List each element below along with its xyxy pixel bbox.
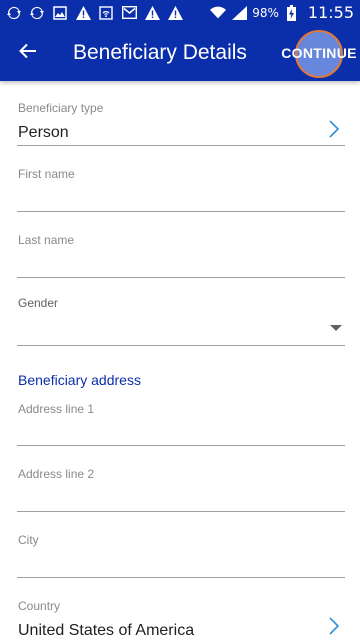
beneficiary-type-label: Beneficiary type (18, 101, 104, 115)
image-icon (52, 5, 68, 21)
country-field[interactable]: Country United States of America (17, 592, 345, 640)
chevron-right-icon (329, 617, 340, 635)
warning-icon (75, 5, 91, 21)
status-bar: 98% 11:55 (0, 0, 360, 25)
country-label: Country (18, 599, 61, 613)
sync-icon (29, 5, 45, 21)
gmail-icon (121, 5, 137, 21)
city-field[interactable]: City (17, 526, 345, 578)
system-status: 98% 11:55 (210, 3, 354, 22)
warning-icon (144, 5, 160, 21)
address-line-1-label: Address line 1 (18, 402, 95, 416)
sync-icon (6, 5, 22, 21)
address-line-2-field[interactable]: Address line 2 (17, 460, 345, 512)
battery-percent: 98% (252, 5, 279, 20)
battery-charging-icon (284, 4, 300, 21)
beneficiary-type-field[interactable]: Beneficiary type Person (17, 90, 345, 146)
back-arrow-icon (19, 43, 37, 64)
address-line-2-label: Address line 2 (18, 467, 95, 481)
first-name-field[interactable]: First name (17, 160, 345, 212)
gender-label: Gender (18, 296, 59, 310)
app-bar: Beneficiary Details CONTINUE (0, 25, 360, 81)
beneficiary-type-value: Person (18, 124, 69, 141)
back-button[interactable] (0, 25, 56, 81)
notification-icons (6, 5, 183, 21)
wifi-call-icon (98, 5, 114, 21)
continue-button[interactable]: CONTINUE (281, 36, 356, 70)
warning-icon (167, 5, 183, 21)
address-line-1-field[interactable]: Address line 1 (17, 394, 345, 446)
gender-dropdown[interactable]: Gender (17, 290, 345, 346)
last-name-field[interactable]: Last name (17, 226, 345, 278)
beneficiary-address-heading: Beneficiary address (18, 372, 141, 388)
chevron-right-icon (329, 120, 340, 138)
last-name-label: Last name (18, 233, 75, 247)
page-title: Beneficiary Details (73, 41, 247, 64)
wifi-icon (210, 5, 227, 21)
country-value: United States of America (18, 622, 195, 639)
clock: 11:55 (307, 3, 354, 22)
first-name-label: First name (18, 167, 75, 181)
cell-signal-icon (231, 5, 247, 21)
city-label: City (18, 533, 39, 547)
dropdown-arrow-icon (330, 325, 342, 331)
